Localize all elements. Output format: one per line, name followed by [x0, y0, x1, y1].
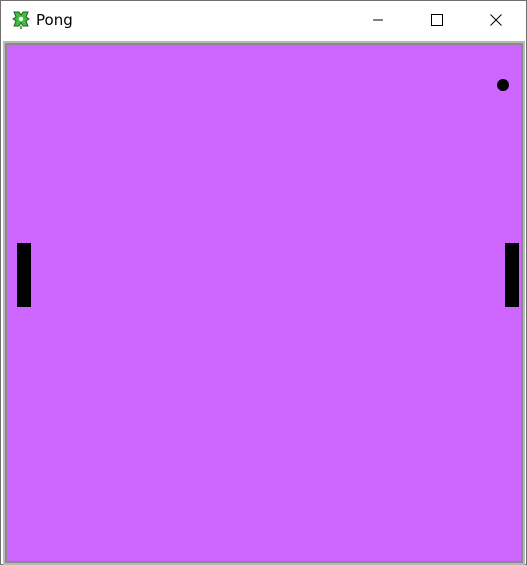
- pong-window: Pong: [0, 0, 527, 565]
- pong-app-icon: [11, 10, 31, 30]
- minimize-button[interactable]: [355, 1, 401, 39]
- maximize-icon: [431, 14, 443, 26]
- game-canvas[interactable]: [7, 45, 521, 561]
- window-title: Pong: [36, 11, 73, 29]
- game-frame: [3, 41, 525, 565]
- maximize-button[interactable]: [414, 1, 460, 39]
- minimize-icon: [373, 19, 383, 21]
- close-icon: [490, 14, 502, 26]
- title-bar[interactable]: Pong: [1, 1, 526, 39]
- close-button[interactable]: [473, 1, 519, 39]
- ball: [497, 79, 509, 91]
- left-paddle[interactable]: [17, 243, 31, 307]
- right-paddle[interactable]: [505, 243, 519, 307]
